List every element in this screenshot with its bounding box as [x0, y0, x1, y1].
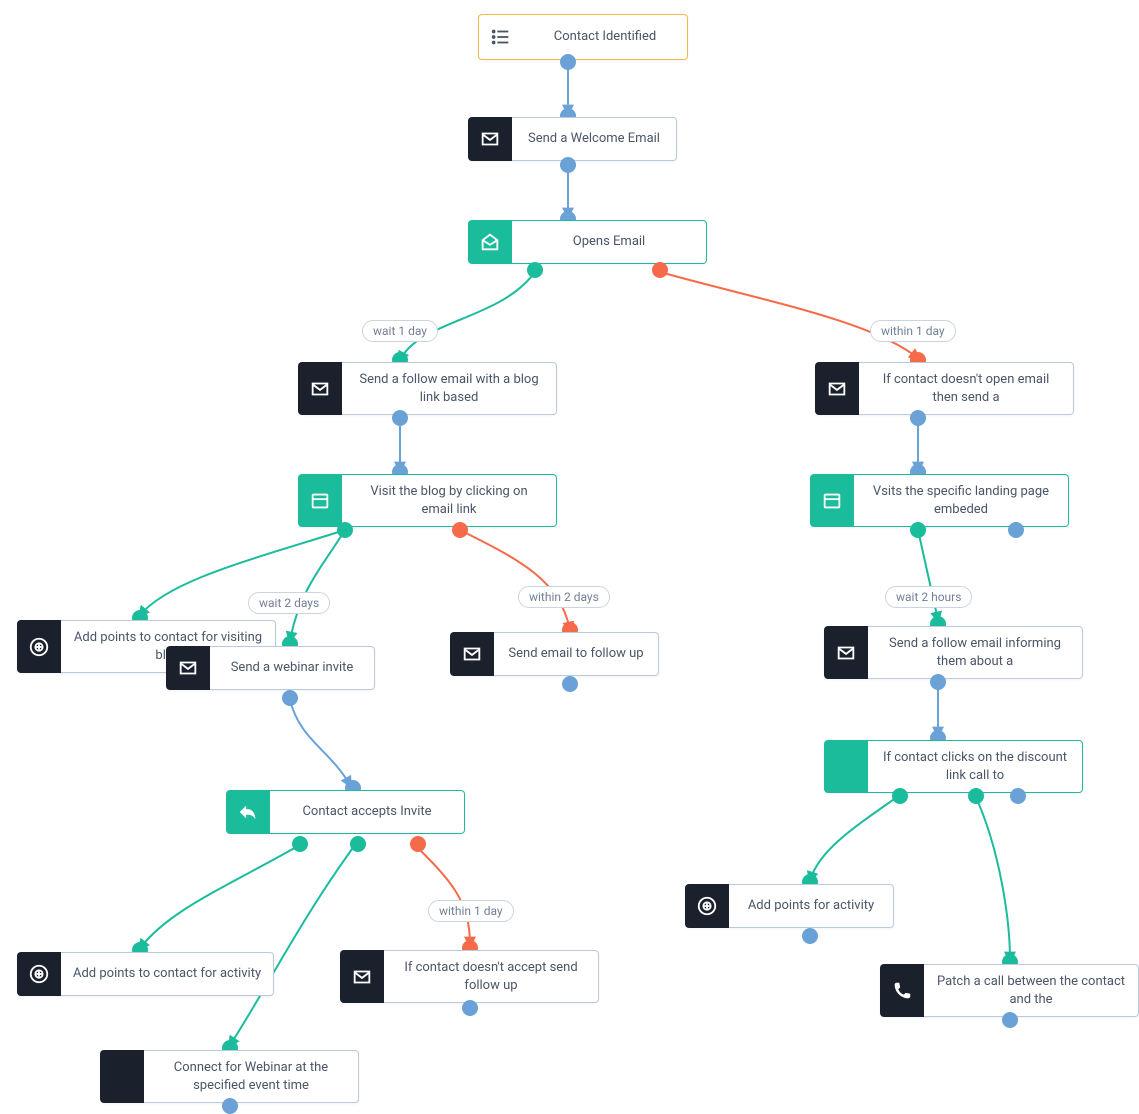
node-label: Contact accepts Invite [270, 790, 465, 834]
node-label: Add points to contact for activity [61, 952, 274, 996]
node-visit-blog[interactable]: Visit the blog by clicking on email link [298, 474, 557, 527]
node-send-followup[interactable]: Send email to follow up [450, 632, 659, 676]
node-label: Visit the blog by clicking on email link [342, 474, 557, 527]
node-label: Patch a call between the contact and the [924, 964, 1139, 1017]
chip-within-1-day[interactable]: within 1 day [870, 320, 956, 342]
node-follow-inform[interactable]: Send a follow email informing them about… [824, 626, 1083, 679]
node-label: Send a follow email informing them about… [868, 626, 1083, 679]
connector-dot[interactable] [560, 54, 576, 70]
connector-dot-yes[interactable] [527, 262, 543, 278]
mail-icon [450, 632, 494, 676]
target-plus-icon [17, 620, 61, 673]
node-webinar-invite[interactable]: Send a webinar invite [166, 646, 375, 690]
connector-dot[interactable] [392, 410, 408, 426]
connector-dot-yes[interactable] [968, 788, 984, 804]
connector-dot[interactable] [282, 690, 298, 706]
page-icon [810, 474, 854, 527]
connector-dot[interactable] [562, 676, 578, 692]
node-contact-identified[interactable]: Contact Identified [478, 14, 688, 60]
mail-open-icon [468, 220, 512, 264]
connector-dot[interactable] [1010, 788, 1026, 804]
node-label: If contact clicks on the discount link c… [868, 740, 1083, 793]
blank-icon [824, 740, 868, 793]
mail-icon [166, 646, 210, 690]
node-label: Send a webinar invite [210, 646, 375, 690]
connector-dot[interactable] [910, 410, 926, 426]
chip-within-1-day-2[interactable]: within 1 day [428, 900, 514, 922]
node-send-follow-blog[interactable]: Send a follow email with a blog link bas… [298, 362, 557, 415]
mail-icon [824, 626, 868, 679]
node-label: Connect for Webinar at the specified eve… [144, 1050, 359, 1103]
connector-dot[interactable] [802, 928, 818, 944]
chip-wait-2-days[interactable]: wait 2 days [248, 592, 330, 614]
mail-icon [468, 117, 512, 161]
reply-icon [226, 790, 270, 834]
node-label: Opens Email [512, 220, 707, 264]
node-send-welcome-email[interactable]: Send a Welcome Email [468, 117, 677, 161]
blank-icon [100, 1050, 144, 1103]
connector-dot-yes[interactable] [892, 788, 908, 804]
node-visits-landing[interactable]: Vsits the specific landing page embeded [810, 474, 1069, 527]
connector-dot-yes[interactable] [292, 836, 308, 852]
connector-dot-no[interactable] [452, 522, 468, 538]
mail-icon [815, 362, 859, 415]
node-label: Vsits the specific landing page embeded [854, 474, 1069, 527]
target-plus-icon [685, 884, 729, 928]
chip-wait-2-hours[interactable]: wait 2 hours [885, 586, 972, 608]
connector-dot[interactable] [560, 157, 576, 173]
node-patch-call[interactable]: Patch a call between the contact and the [880, 964, 1139, 1017]
node-label: Send a Welcome Email [512, 117, 677, 161]
node-label: Send email to follow up [494, 632, 659, 676]
mail-icon [298, 362, 342, 415]
node-opens-email[interactable]: Opens Email [468, 220, 707, 264]
connector-dot[interactable] [1002, 1012, 1018, 1028]
phone-icon [880, 964, 924, 1017]
connector-dot-yes[interactable] [910, 522, 926, 538]
node-label: If contact doesn't accept send follow up [384, 950, 599, 1003]
node-add-points-activity-2[interactable]: Add points for activity [685, 884, 894, 928]
node-label: Send a follow email with a blog link bas… [342, 362, 557, 415]
chip-within-2-days[interactable]: within 2 days [518, 586, 610, 608]
mail-icon [340, 950, 384, 1003]
node-add-points-activity[interactable]: Add points to contact for activity [17, 952, 274, 996]
node-if-not-open[interactable]: If contact doesn't open email then send … [815, 362, 1074, 415]
connector-dot[interactable] [462, 1000, 478, 1016]
node-label: Contact Identified [523, 14, 688, 60]
connector-dot-yes[interactable] [350, 836, 366, 852]
connector-dot-no[interactable] [652, 262, 668, 278]
node-label: If contact doesn't open email then send … [859, 362, 1074, 415]
node-clicks-discount[interactable]: If contact clicks on the discount link c… [824, 740, 1083, 793]
node-accepts-invite[interactable]: Contact accepts Invite [226, 790, 465, 834]
target-plus-icon [17, 952, 61, 996]
connector-dot[interactable] [222, 1098, 238, 1114]
node-if-not-accept[interactable]: If contact doesn't accept send follow up [340, 950, 599, 1003]
connector-dot[interactable] [930, 674, 946, 690]
connector-dot-yes[interactable] [337, 522, 353, 538]
list-icon [478, 14, 523, 60]
page-icon [298, 474, 342, 527]
connector-dot[interactable] [1008, 522, 1024, 538]
node-label: Add points for activity [729, 884, 894, 928]
chip-wait-1-day[interactable]: wait 1 day [362, 320, 438, 342]
connector-dot-no[interactable] [410, 836, 426, 852]
workflow-canvas[interactable]: { "nodes": { "start": {"label":"Contact … [0, 0, 1139, 1110]
node-connect-webinar[interactable]: Connect for Webinar at the specified eve… [100, 1050, 359, 1103]
